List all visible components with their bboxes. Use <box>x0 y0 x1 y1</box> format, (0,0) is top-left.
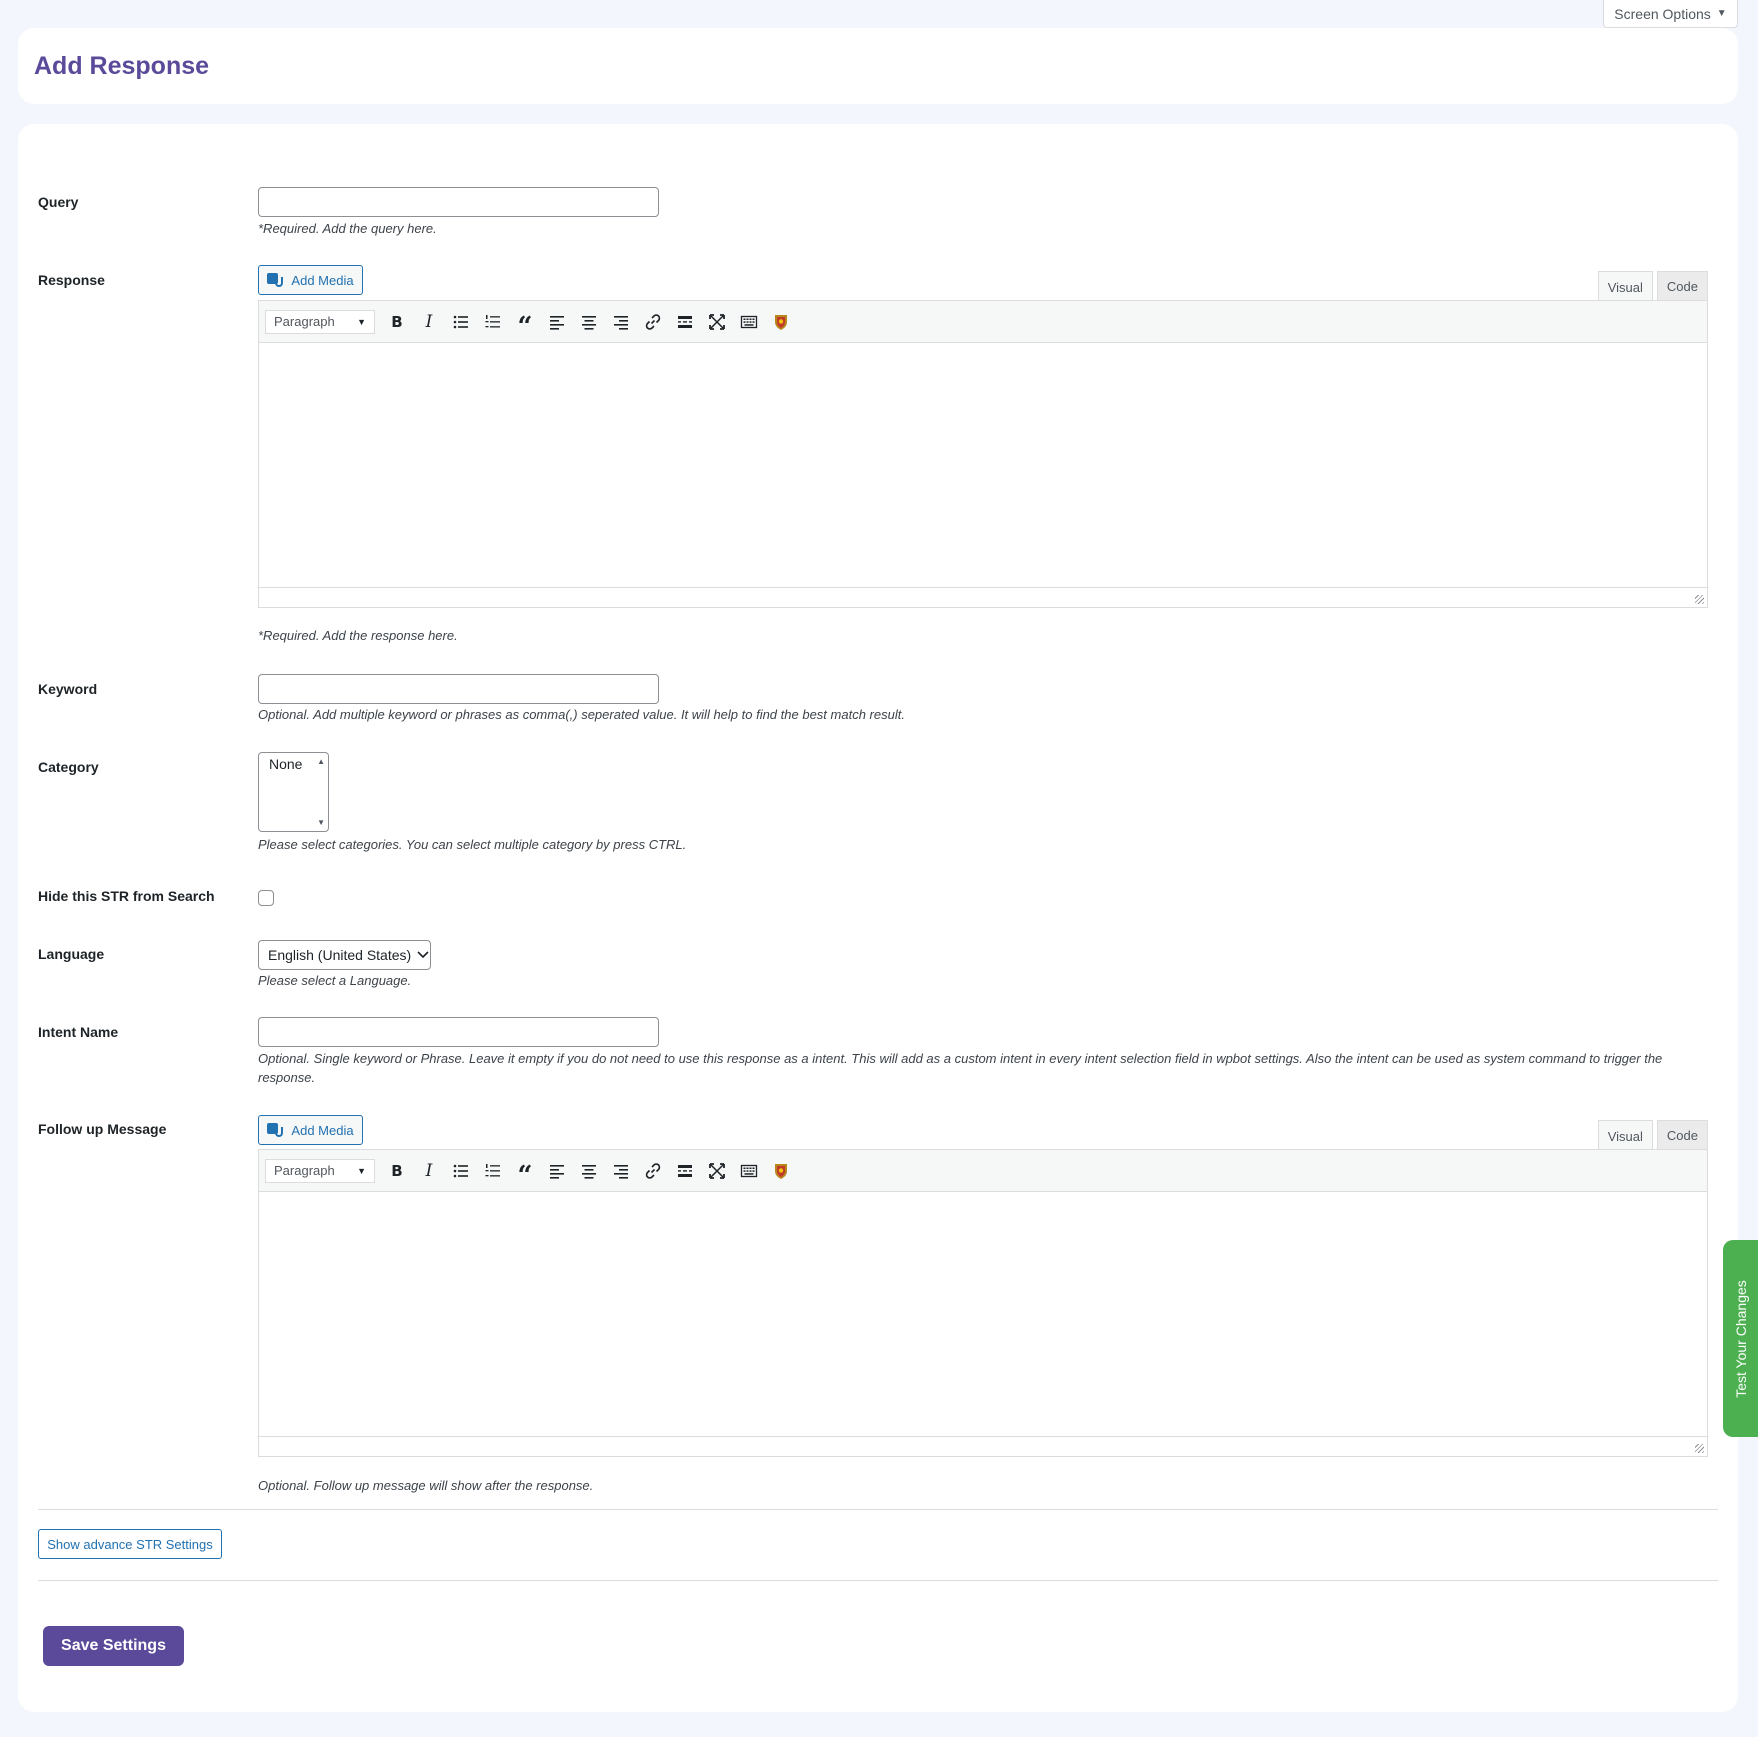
divider <box>38 1509 1718 1510</box>
format-select-value: Paragraph <box>274 314 335 329</box>
add-media-label: Add Media <box>291 272 354 288</box>
fullscreen-icon[interactable] <box>701 308 733 336</box>
bullet-list-icon[interactable] <box>445 308 477 336</box>
response-editor-tabs: Visual Code <box>1597 271 1708 302</box>
tab-visual[interactable]: Visual <box>1597 1120 1653 1151</box>
followup-description: Optional. Follow up message will show af… <box>258 1478 594 1493</box>
query-description: *Required. Add the query here. <box>258 221 437 236</box>
editor-toolbar: Paragraph ▼ B I “ <box>259 301 1707 343</box>
chevron-down-icon <box>417 951 429 959</box>
language-select-value: English (United States) <box>268 947 412 963</box>
numbered-list-icon[interactable] <box>477 1157 509 1185</box>
format-select[interactable]: Paragraph ▼ <box>265 1158 375 1183</box>
align-center-icon[interactable] <box>573 308 605 336</box>
category-description: Please select categories. You can select… <box>258 837 687 852</box>
add-media-button[interactable]: Add Media <box>258 265 363 295</box>
response-editor: Paragraph ▼ B I “ <box>258 300 1708 608</box>
screen-options-label: Screen Options <box>1614 5 1711 22</box>
keyword-description: Optional. Add multiple keyword or phrase… <box>258 707 905 722</box>
format-select-value: Paragraph <box>274 1163 335 1178</box>
italic-icon[interactable]: I <box>413 308 445 336</box>
blockquote-icon[interactable]: “ <box>509 1157 541 1189</box>
followup-label: Follow up Message <box>38 1121 167 1137</box>
screen-options-button[interactable]: Screen Options ▼ <box>1603 0 1738 28</box>
read-more-icon[interactable] <box>669 1157 701 1185</box>
response-editor-area[interactable] <box>259 343 1707 587</box>
tab-code[interactable]: Code <box>1656 271 1708 301</box>
format-select[interactable]: Paragraph ▼ <box>265 309 375 334</box>
toolbar-toggle-icon[interactable] <box>733 1157 765 1185</box>
intent-input[interactable] <box>258 1017 659 1047</box>
media-icon <box>267 272 285 288</box>
followup-editor-area[interactable] <box>259 1192 1707 1436</box>
keyword-input[interactable] <box>258 674 659 704</box>
save-settings-button[interactable]: Save Settings <box>43 1626 184 1666</box>
language-description: Please select a Language. <box>258 973 412 988</box>
blockquote-icon[interactable]: “ <box>509 308 541 340</box>
response-label: Response <box>38 272 105 288</box>
editor-statusbar <box>259 587 1707 607</box>
test-tab-label: Test Your Changes <box>1732 1279 1749 1398</box>
align-left-icon[interactable] <box>541 308 573 336</box>
scroll-up-icon[interactable]: ▲ <box>317 757 325 766</box>
followup-editor: Paragraph ▼ B I “ <box>258 1149 1708 1457</box>
caret-down-icon: ▼ <box>1716 8 1727 19</box>
plugin-shield-icon[interactable] <box>765 1157 797 1185</box>
toolbar-toggle-icon[interactable] <box>733 308 765 336</box>
language-select[interactable]: English (United States) <box>258 940 431 970</box>
test-your-changes-tab[interactable]: Test Your Changes <box>1723 1240 1758 1437</box>
followup-add-media-button[interactable]: Add Media <box>258 1115 363 1145</box>
category-multiselect[interactable]: None ▲ ▼ <box>258 752 329 832</box>
align-center-icon[interactable] <box>573 1157 605 1185</box>
numbered-list-icon[interactable] <box>477 308 509 336</box>
caret-down-icon: ▼ <box>357 1165 366 1176</box>
intent-description: Optional. Single keyword or Phrase. Leav… <box>258 1051 1663 1085</box>
category-option[interactable]: None <box>269 756 302 772</box>
response-form: Query *Required. Add the query here. Res… <box>18 124 1738 1712</box>
page-title: Add Response <box>34 52 210 80</box>
tab-visual[interactable]: Visual <box>1597 271 1653 302</box>
editor-statusbar <box>259 1436 1707 1456</box>
intent-label: Intent Name <box>38 1024 119 1040</box>
resize-handle-icon[interactable] <box>1695 595 1704 604</box>
page-header: Add Response <box>18 28 1738 104</box>
query-label: Query <box>38 194 79 210</box>
fullscreen-icon[interactable] <box>701 1157 733 1185</box>
add-media-label: Add Media <box>291 1122 354 1138</box>
align-right-icon[interactable] <box>605 1157 637 1185</box>
align-right-icon[interactable] <box>605 308 637 336</box>
language-label: Language <box>38 946 105 962</box>
hide-search-checkbox[interactable] <box>258 890 274 906</box>
resize-handle-icon[interactable] <box>1695 1444 1704 1453</box>
tab-code[interactable]: Code <box>1656 1120 1708 1150</box>
bold-icon[interactable]: B <box>381 1157 413 1185</box>
read-more-icon[interactable] <box>669 308 701 336</box>
link-icon[interactable] <box>637 1157 669 1185</box>
link-icon[interactable] <box>637 308 669 336</box>
bullet-list-icon[interactable] <box>445 1157 477 1185</box>
show-advance-settings-button[interactable]: Show advance STR Settings <box>38 1529 222 1559</box>
bold-icon[interactable]: B <box>381 308 413 336</box>
align-left-icon[interactable] <box>541 1157 573 1185</box>
caret-down-icon: ▼ <box>357 316 366 327</box>
hide-search-label: Hide this STR from Search <box>38 888 215 904</box>
keyword-label: Keyword <box>38 681 98 697</box>
editor-toolbar: Paragraph ▼ B I “ <box>259 1150 1707 1192</box>
query-input[interactable] <box>258 187 659 217</box>
italic-icon[interactable]: I <box>413 1157 445 1185</box>
response-description: *Required. Add the response here. <box>258 628 458 643</box>
plugin-shield-icon[interactable] <box>765 308 797 336</box>
media-icon <box>267 1122 285 1138</box>
followup-editor-tabs: Visual Code <box>1597 1120 1708 1151</box>
divider <box>38 1580 1718 1581</box>
scroll-down-icon[interactable]: ▼ <box>317 818 325 827</box>
category-label: Category <box>38 759 99 775</box>
